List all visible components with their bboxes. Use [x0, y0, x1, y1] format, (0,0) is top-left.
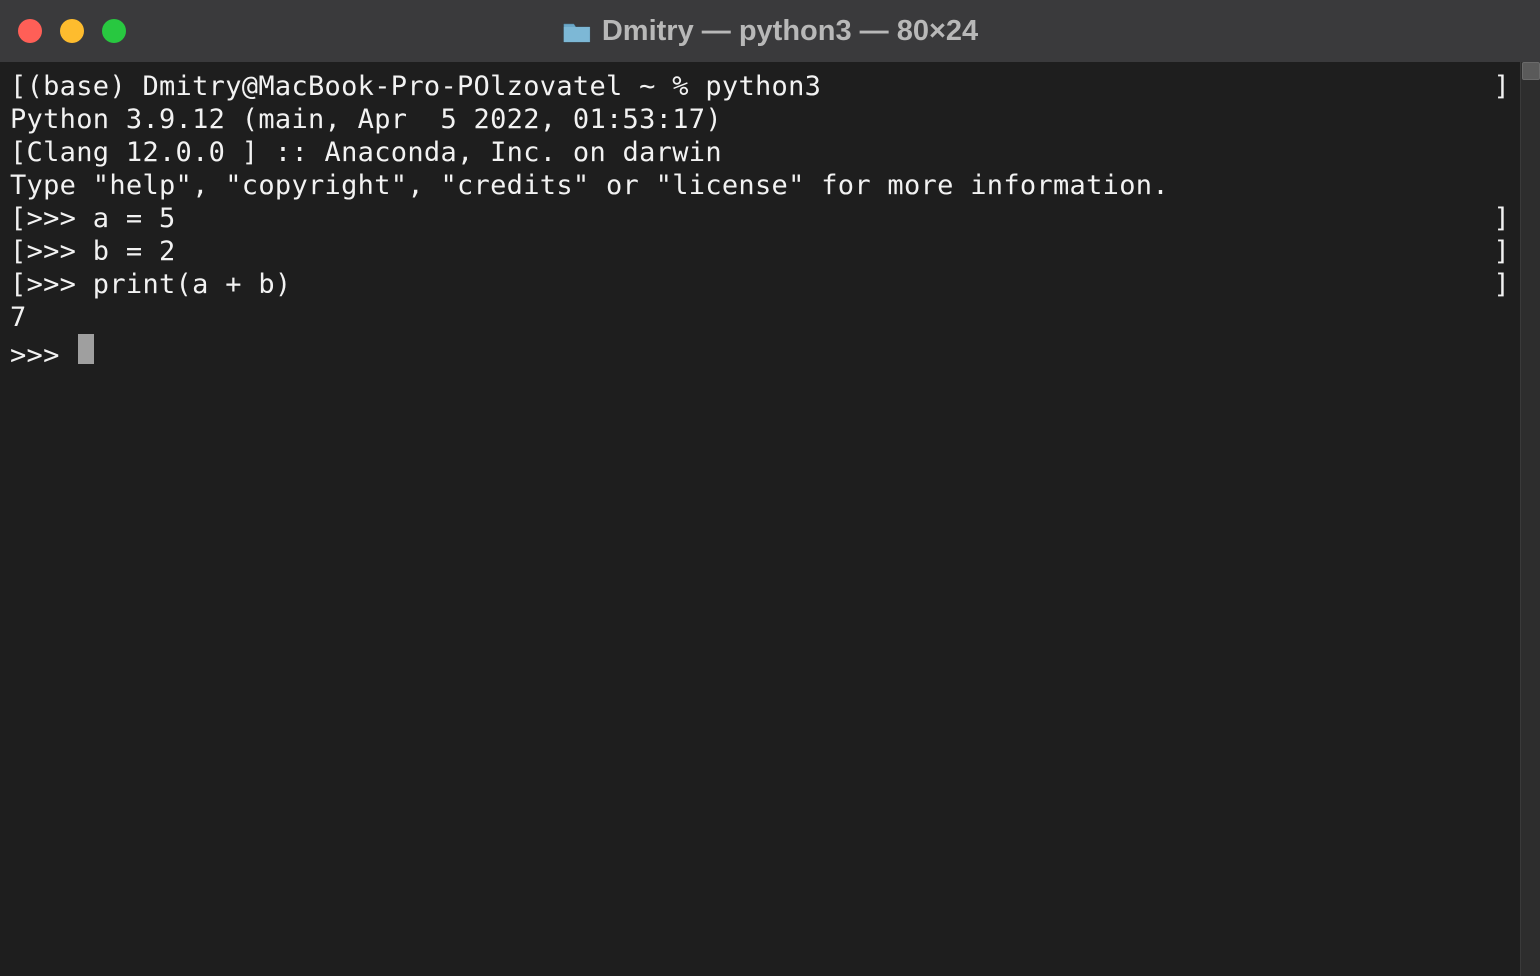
terminal-line: 7: [10, 301, 1510, 334]
terminal-output[interactable]: [(base) Dmitry@MacBook-Pro-POlzovatel ~ …: [0, 62, 1520, 976]
terminal-text: >>> b = 2: [27, 235, 1494, 268]
right-bracket: ]: [1493, 268, 1510, 301]
prompt-text: >>>: [10, 339, 76, 372]
terminal-text: 7: [10, 301, 1510, 334]
window-title: Dmitry — python3 — 80×24: [602, 15, 978, 48]
window-title-group: Dmitry — python3 — 80×24: [562, 15, 978, 48]
terminal-text: [Clang 12.0.0 ] :: Anaconda, Inc. on dar…: [10, 136, 1510, 169]
terminal-window: Dmitry — python3 — 80×24 [(base) Dmitry@…: [0, 0, 1540, 976]
terminal-text: >>> print(a + b): [27, 268, 1494, 301]
left-bracket: [: [10, 235, 27, 268]
left-bracket: [: [10, 70, 27, 103]
terminal-line: Type "help", "copyright", "credits" or "…: [10, 169, 1510, 202]
titlebar[interactable]: Dmitry — python3 — 80×24: [0, 0, 1540, 62]
cursor-icon: [78, 334, 94, 364]
terminal-line: [(base) Dmitry@MacBook-Pro-POlzovatel ~ …: [10, 70, 1510, 103]
folder-icon: [562, 19, 592, 43]
left-bracket: [: [10, 268, 27, 301]
scrollbar[interactable]: [1520, 62, 1540, 976]
right-bracket: ]: [1493, 70, 1510, 103]
close-button[interactable]: [18, 19, 42, 43]
terminal-line: [>>> a = 5]: [10, 202, 1510, 235]
maximize-button[interactable]: [102, 19, 126, 43]
left-bracket: [: [10, 202, 27, 235]
terminal-line: [>>> b = 2]: [10, 235, 1510, 268]
right-bracket: ]: [1493, 202, 1510, 235]
terminal-line: [>>> print(a + b)]: [10, 268, 1510, 301]
minimize-button[interactable]: [60, 19, 84, 43]
terminal-line: [Clang 12.0.0 ] :: Anaconda, Inc. on dar…: [10, 136, 1510, 169]
terminal-text: Type "help", "copyright", "credits" or "…: [10, 169, 1510, 202]
terminal-text: (base) Dmitry@MacBook-Pro-POlzovatel ~ %…: [27, 70, 1494, 103]
terminal-text: Python 3.9.12 (main, Apr 5 2022, 01:53:1…: [10, 103, 1510, 136]
window-controls: [0, 19, 126, 43]
terminal-line: Python 3.9.12 (main, Apr 5 2022, 01:53:1…: [10, 103, 1510, 136]
scroll-thumb-icon[interactable]: [1522, 62, 1540, 80]
terminal-prompt-line[interactable]: >>>: [10, 334, 1510, 372]
content-row: [(base) Dmitry@MacBook-Pro-POlzovatel ~ …: [0, 62, 1540, 976]
terminal-text: >>> a = 5: [27, 202, 1494, 235]
right-bracket: ]: [1493, 235, 1510, 268]
